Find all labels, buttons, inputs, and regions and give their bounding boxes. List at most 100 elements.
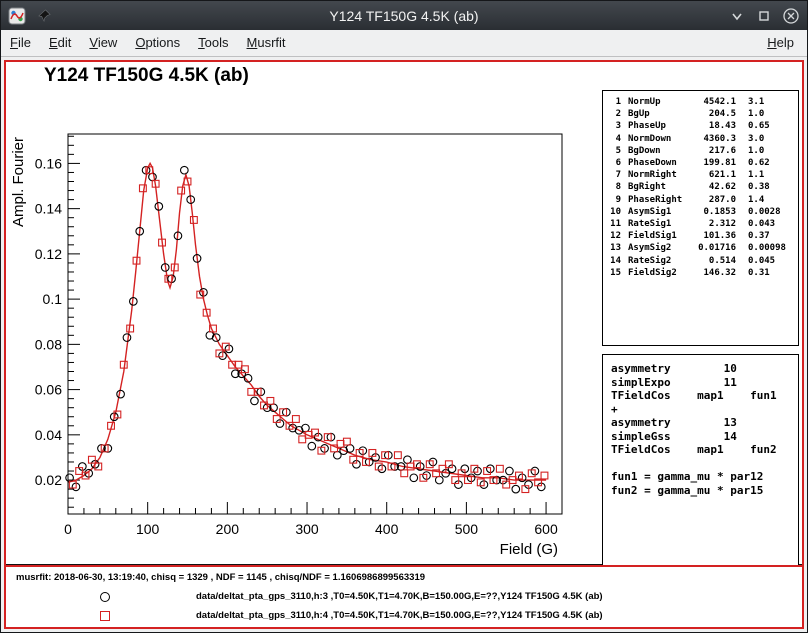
param-index: 4 — [607, 133, 621, 145]
param-row: 12FieldSig1101.360.37 — [603, 230, 798, 242]
menu-item-help[interactable]: Help — [758, 30, 803, 56]
plot-pad[interactable]: Y124 TF150G 4.5K (ab) 010020030040050060… — [6, 62, 802, 565]
param-index: 3 — [607, 120, 621, 132]
param-row: 6PhaseDown199.810.62 — [603, 157, 798, 169]
theory-line: simpleGss 14 — [611, 430, 798, 444]
menu-item-options[interactable]: Options — [126, 30, 189, 56]
param-error: 1.4 — [748, 194, 794, 206]
param-value: 199.81 — [684, 157, 736, 169]
svg-text:0.12: 0.12 — [35, 246, 62, 262]
param-index: 7 — [607, 169, 621, 181]
param-name: NormDown — [628, 133, 684, 145]
root-canvas[interactable]: Y124 TF150G 4.5K (ab) 010020030040050060… — [4, 60, 804, 629]
param-row: 7NormRight621.11.1 — [603, 169, 798, 181]
legend-label: data/deltat_pta_gps_3110,h:3 ,T0=4.50K,T… — [196, 591, 603, 602]
param-value: 4360.3 — [684, 133, 736, 145]
svg-text:300: 300 — [295, 521, 319, 537]
param-index: 12 — [607, 230, 621, 242]
param-row: 3PhaseUp18.430.65 — [603, 120, 798, 132]
menu-item-file[interactable]: File — [1, 30, 40, 56]
param-error: 0.043 — [748, 218, 794, 230]
theory-line: asymmetry 13 — [611, 416, 798, 430]
param-name: PhaseDown — [628, 157, 684, 169]
parameter-box[interactable]: 1NormUp4542.13.12BgUp204.51.03PhaseUp18.… — [602, 90, 799, 346]
menubar: FileEditViewOptionsToolsMusrfit Help — [1, 30, 807, 57]
param-index: 1 — [607, 96, 621, 108]
param-index: 5 — [607, 145, 621, 157]
param-index: 11 — [607, 218, 621, 230]
titlebar[interactable]: Y124 TF150G 4.5K (ab) — [1, 1, 807, 30]
menu-item-musrfit[interactable]: Musrfit — [238, 30, 295, 56]
minimize-button[interactable] — [727, 6, 747, 26]
param-index: 15 — [607, 267, 621, 279]
param-row: 4NormDown4360.33.0 — [603, 133, 798, 145]
param-error: 0.0028 — [748, 206, 794, 218]
param-row: 11RateSig12.3120.043 — [603, 218, 798, 230]
param-index: 8 — [607, 181, 621, 193]
param-index: 6 — [607, 157, 621, 169]
param-value: 0.514 — [684, 255, 736, 267]
param-value: 4542.1 — [684, 96, 736, 108]
svg-text:400: 400 — [375, 521, 399, 537]
svg-text:0.02: 0.02 — [35, 472, 62, 488]
theory-box[interactable]: asymmetry 10simplExpo 11TFieldCos map1 f… — [602, 354, 799, 567]
param-row: 2BgUp204.51.0 — [603, 108, 798, 120]
svg-text:Field (G): Field (G) — [500, 541, 558, 558]
param-error: 1.0 — [748, 145, 794, 157]
close-button[interactable] — [781, 6, 801, 26]
param-error: 0.65 — [748, 120, 794, 132]
param-row: 9PhaseRight287.01.4 — [603, 194, 798, 206]
svg-text:0.1: 0.1 — [43, 291, 63, 307]
param-index: 10 — [607, 206, 621, 218]
param-index: 2 — [607, 108, 621, 120]
param-name: NormUp — [628, 96, 684, 108]
svg-text:0.06: 0.06 — [35, 382, 62, 398]
param-name: PhaseUp — [628, 120, 684, 132]
param-name: AsymSig1 — [628, 206, 684, 218]
legend-label: data/deltat_pta_gps_3110,h:4 ,T0=4.50K,T… — [196, 610, 603, 621]
menu-item-view[interactable]: View — [80, 30, 126, 56]
param-error: 0.31 — [748, 267, 794, 279]
param-row: 13AsymSig20.017160.00098 — [603, 242, 798, 254]
param-row: 1 NormUp4542.1 3.1 — [603, 96, 798, 108]
svg-text:200: 200 — [216, 521, 240, 537]
svg-text:100: 100 — [136, 521, 160, 537]
info-pad[interactable]: musrfit: 2018-06-30, 13:19:40, chisq = 1… — [6, 565, 802, 627]
param-index: 9 — [607, 194, 621, 206]
menu-item-edit[interactable]: Edit — [40, 30, 80, 56]
circle-marker-icon — [100, 592, 110, 602]
param-value: 0.01716 — [684, 242, 736, 254]
param-name: PhaseRight — [628, 194, 684, 206]
param-name: FieldSig2 — [628, 267, 684, 279]
svg-text:600: 600 — [534, 521, 558, 537]
menu-item-tools[interactable]: Tools — [189, 30, 237, 56]
param-error: 3.1 — [748, 96, 794, 108]
param-row: 14RateSig20.5140.045 — [603, 255, 798, 267]
param-name: RateSig2 — [628, 255, 684, 267]
param-name: BgDown — [628, 145, 684, 157]
param-value: 42.62 — [684, 181, 736, 193]
theory-line: TFieldCos map1 fun1 — [611, 389, 798, 403]
theory-line: + — [611, 403, 798, 417]
param-error: 1.0 — [748, 108, 794, 120]
param-error: 0.045 — [748, 255, 794, 267]
param-value: 146.32 — [684, 267, 736, 279]
param-row: 10 AsymSig10.1853 0.0028 — [603, 206, 798, 218]
param-name: FieldSig1 — [628, 230, 684, 242]
theory-line: fun2 = gamma_mu * par15 — [611, 484, 798, 498]
svg-text:Ampl. Fourier: Ampl. Fourier — [10, 137, 27, 227]
param-value: 0.1853 — [684, 206, 736, 218]
param-value: 217.6 — [684, 145, 736, 157]
param-row: 8BgRight42.620.38 — [603, 181, 798, 193]
fourier-plot[interactable]: 01002003004005006000.020.040.060.080.10.… — [6, 62, 600, 562]
param-name: RateSig1 — [628, 218, 684, 230]
maximize-button[interactable] — [754, 6, 774, 26]
plot-legend: data/deltat_pta_gps_3110,h:3 ,T0=4.50K,T… — [6, 587, 802, 625]
window-title: Y124 TF150G 4.5K (ab) — [1, 8, 807, 24]
param-error: 0.37 — [748, 230, 794, 242]
pin-icon[interactable] — [34, 6, 54, 26]
theory-line: fun1 = gamma_mu * par12 — [611, 470, 798, 484]
param-name: AsymSig2 — [628, 242, 684, 254]
param-name: BgRight — [628, 181, 684, 193]
theory-line — [611, 457, 798, 471]
